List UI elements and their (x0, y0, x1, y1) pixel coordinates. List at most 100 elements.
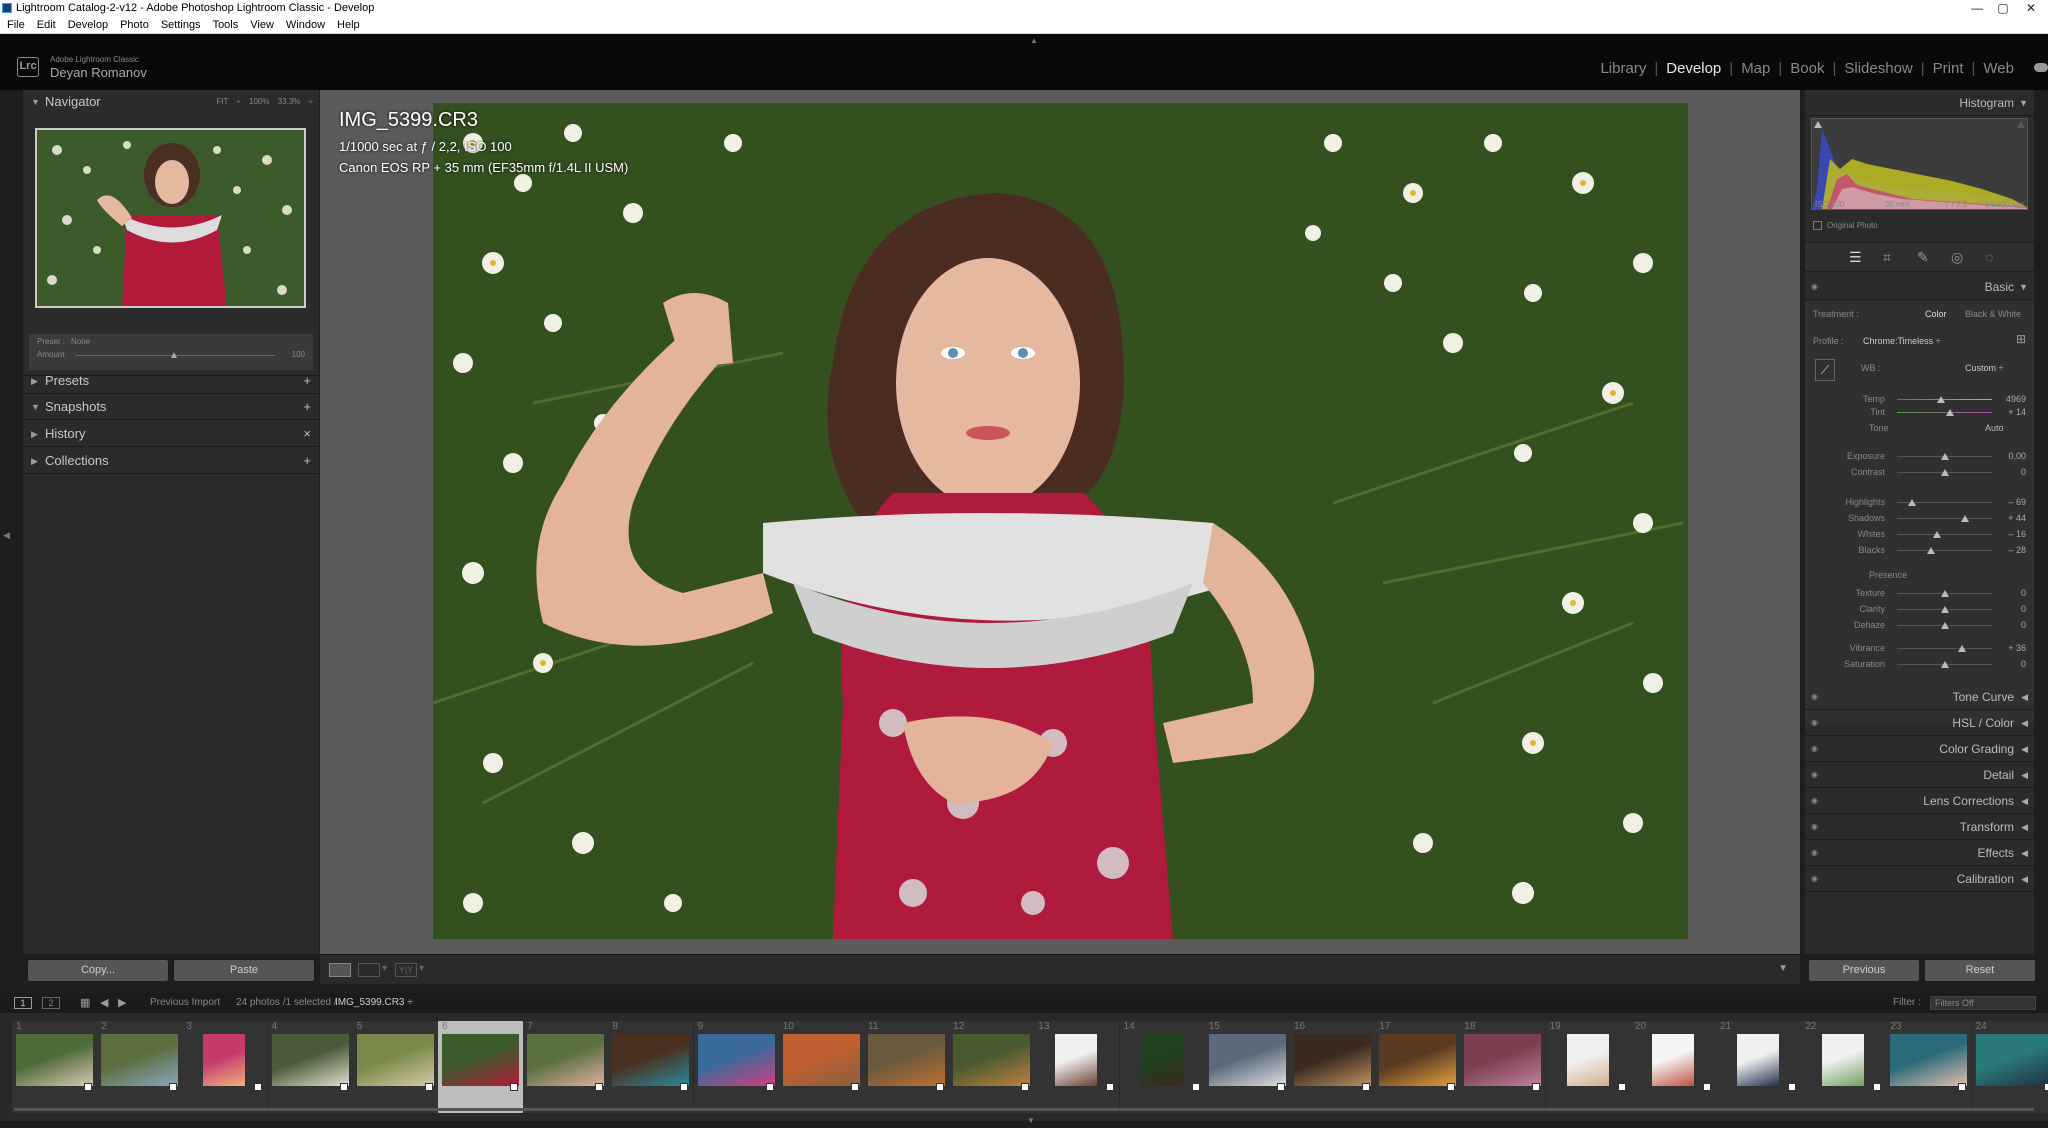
filmstrip-thumb[interactable]: 21 (1716, 1021, 1801, 1113)
previous-button[interactable]: Previous (1809, 960, 1919, 981)
slider-value[interactable]: 0 (2021, 588, 2026, 598)
toolbar-options-icon[interactable]: ▼ (1778, 963, 1788, 974)
history-header[interactable]: ▶ History × (23, 422, 319, 446)
panel-effects[interactable]: ◉ Effects ◀ (1805, 840, 2034, 866)
panel-detail[interactable]: ◉ Detail ◀ (1805, 762, 2034, 788)
close-icon[interactable]: ✕ (2018, 0, 2044, 16)
module-print[interactable]: Print (1933, 60, 1964, 77)
eye-icon[interactable]: ◉ (1811, 788, 1818, 814)
filmstrip-thumb[interactable]: 13 (1034, 1021, 1120, 1113)
collections-header[interactable]: ▶ Collections + (23, 449, 319, 473)
slider-value[interactable]: – 69 (2008, 497, 2026, 507)
filmstrip-thumb[interactable]: 20 (1630, 1021, 1716, 1113)
slider-knob[interactable] (1940, 661, 1949, 668)
loupe-view-icon[interactable] (329, 963, 351, 977)
slider-value[interactable]: 0 (2021, 620, 2026, 630)
filmstrip-thumb[interactable]: 2 (97, 1021, 183, 1113)
filmstrip-thumb[interactable]: 23 (1886, 1021, 1972, 1113)
menu-edit[interactable]: Edit (30, 16, 61, 34)
module-slideshow[interactable]: Slideshow (1844, 60, 1912, 77)
filmstrip-thumb[interactable]: 3 (182, 1021, 268, 1113)
filmstrip-thumb[interactable]: 4 (267, 1021, 353, 1113)
slider-vibrance[interactable]: Vibrance + 36 (1805, 640, 2034, 656)
slider-track[interactable] (1897, 499, 1992, 506)
treatment-bw[interactable]: Black & White (1965, 309, 2021, 319)
filmstrip-thumb[interactable]: 9 (693, 1021, 779, 1113)
panel-color-grading[interactable]: ◉ Color Grading ◀ (1805, 736, 2034, 762)
minimize-icon[interactable]: — (1964, 0, 1990, 16)
filmstrip-thumb[interactable]: 5 (352, 1021, 438, 1113)
slider-track[interactable] (1897, 469, 1992, 476)
wb-select[interactable]: Custom ÷ (1965, 363, 2003, 373)
highlight-clipping-icon[interactable] (2017, 121, 2025, 128)
grid-view-icon[interactable]: ▦ (80, 993, 90, 1013)
profile-browser-icon[interactable]: ⊞ (2016, 332, 2026, 346)
auto-button[interactable]: Auto (1985, 423, 2004, 433)
profile-select[interactable]: Chrome:Timeless ÷ (1863, 336, 1941, 346)
slider-track[interactable] (1897, 622, 1992, 629)
slider-track[interactable] (1897, 396, 1992, 403)
eye-icon[interactable]: ◉ (1811, 840, 1818, 866)
slider-value[interactable]: 0 (2021, 659, 2026, 669)
panel-hsl-color[interactable]: ◉ HSL / Color ◀ (1805, 710, 2034, 736)
slider-knob[interactable] (1936, 396, 1945, 403)
yy-compare-icon[interactable]: Y|Y (395, 963, 417, 977)
slider-blacks[interactable]: Blacks – 28 (1805, 542, 2034, 558)
slider-value[interactable]: + 36 (2008, 643, 2026, 653)
add-preset-icon[interactable]: + (303, 369, 311, 393)
snapshots-header[interactable]: ▼ Snapshots + (23, 395, 319, 419)
eye-icon[interactable]: ◉ (1811, 762, 1818, 788)
slider-texture[interactable]: Texture 0 (1805, 585, 2034, 601)
menu-file[interactable]: File (0, 16, 30, 34)
module-book[interactable]: Book (1790, 60, 1824, 77)
basic-header[interactable]: ◉ Basic ▼ (1805, 274, 2034, 300)
slider-knob[interactable] (1932, 531, 1941, 538)
slider-knob[interactable] (1927, 547, 1936, 554)
slider-track[interactable] (1897, 661, 1992, 668)
module-library[interactable]: Library (1600, 60, 1646, 77)
main-photo[interactable] (433, 103, 1688, 939)
panel-calibration[interactable]: ◉ Calibration ◀ (1805, 866, 2034, 892)
slider-knob[interactable] (1940, 606, 1949, 613)
filmstrip-thumb[interactable]: 15 (1204, 1021, 1290, 1113)
slider-value[interactable]: 0 (2021, 604, 2026, 614)
menu-settings[interactable]: Settings (154, 16, 206, 34)
filmstrip-thumb[interactable]: 7 (523, 1021, 609, 1113)
filmstrip-thumb[interactable]: 18 (1460, 1021, 1546, 1113)
amount-knob[interactable] (171, 352, 177, 358)
eye-icon[interactable]: ◉ (1811, 736, 1818, 762)
navigator-preview[interactable] (35, 128, 306, 308)
slider-track[interactable] (1897, 515, 1992, 522)
slider-tint[interactable]: Tint + 14 (1805, 404, 2034, 420)
module-web[interactable]: Web (1983, 60, 2014, 77)
filmstrip-thumb[interactable]: 24 (1971, 1021, 2048, 1113)
copy-button[interactable]: Copy... (28, 960, 168, 981)
menu-tools[interactable]: Tools (206, 16, 244, 34)
back-arrow-icon[interactable]: ◀ (100, 993, 108, 1013)
menu-develop[interactable]: Develop (61, 16, 113, 34)
menu-view[interactable]: View (243, 16, 279, 34)
slider-highlights[interactable]: Highlights – 69 (1805, 494, 2034, 510)
slider-track[interactable] (1897, 453, 1992, 460)
eye-icon[interactable]: ◉ (1811, 684, 1818, 710)
slider-saturation[interactable]: Saturation 0 (1805, 656, 2034, 672)
menu-help[interactable]: Help (330, 16, 365, 34)
wb-eyedropper-icon[interactable]: ⟋ (1815, 359, 1835, 381)
edit-sliders-icon[interactable]: ☰ (1849, 249, 1862, 266)
red-eye-icon[interactable]: ◎ (1951, 249, 1963, 266)
slider-track[interactable] (1897, 590, 1992, 597)
menu-window[interactable]: Window (279, 16, 330, 34)
presets-header[interactable]: ▶ Presets + (23, 369, 319, 393)
filmstrip-thumb[interactable]: 12 (949, 1021, 1035, 1113)
slider-knob[interactable] (1940, 622, 1949, 629)
bottom-collapse-icon[interactable]: ▼ (1027, 1116, 1035, 1125)
filmstrip-thumb[interactable]: 22 (1801, 1021, 1887, 1113)
clear-history-icon[interactable]: × (303, 422, 311, 446)
source-label[interactable]: Previous Import (150, 993, 220, 1013)
current-file[interactable]: IMG_5399.CR3 ÷ (335, 993, 413, 1013)
crop-icon[interactable]: ⌗ (1883, 249, 1891, 266)
slider-value[interactable]: 4969 (2006, 394, 2026, 404)
healing-icon[interactable]: ✎ (1917, 249, 1929, 266)
forward-arrow-icon[interactable]: ▶ (118, 993, 126, 1013)
masking-icon[interactable]: ◌ (1985, 249, 1993, 265)
